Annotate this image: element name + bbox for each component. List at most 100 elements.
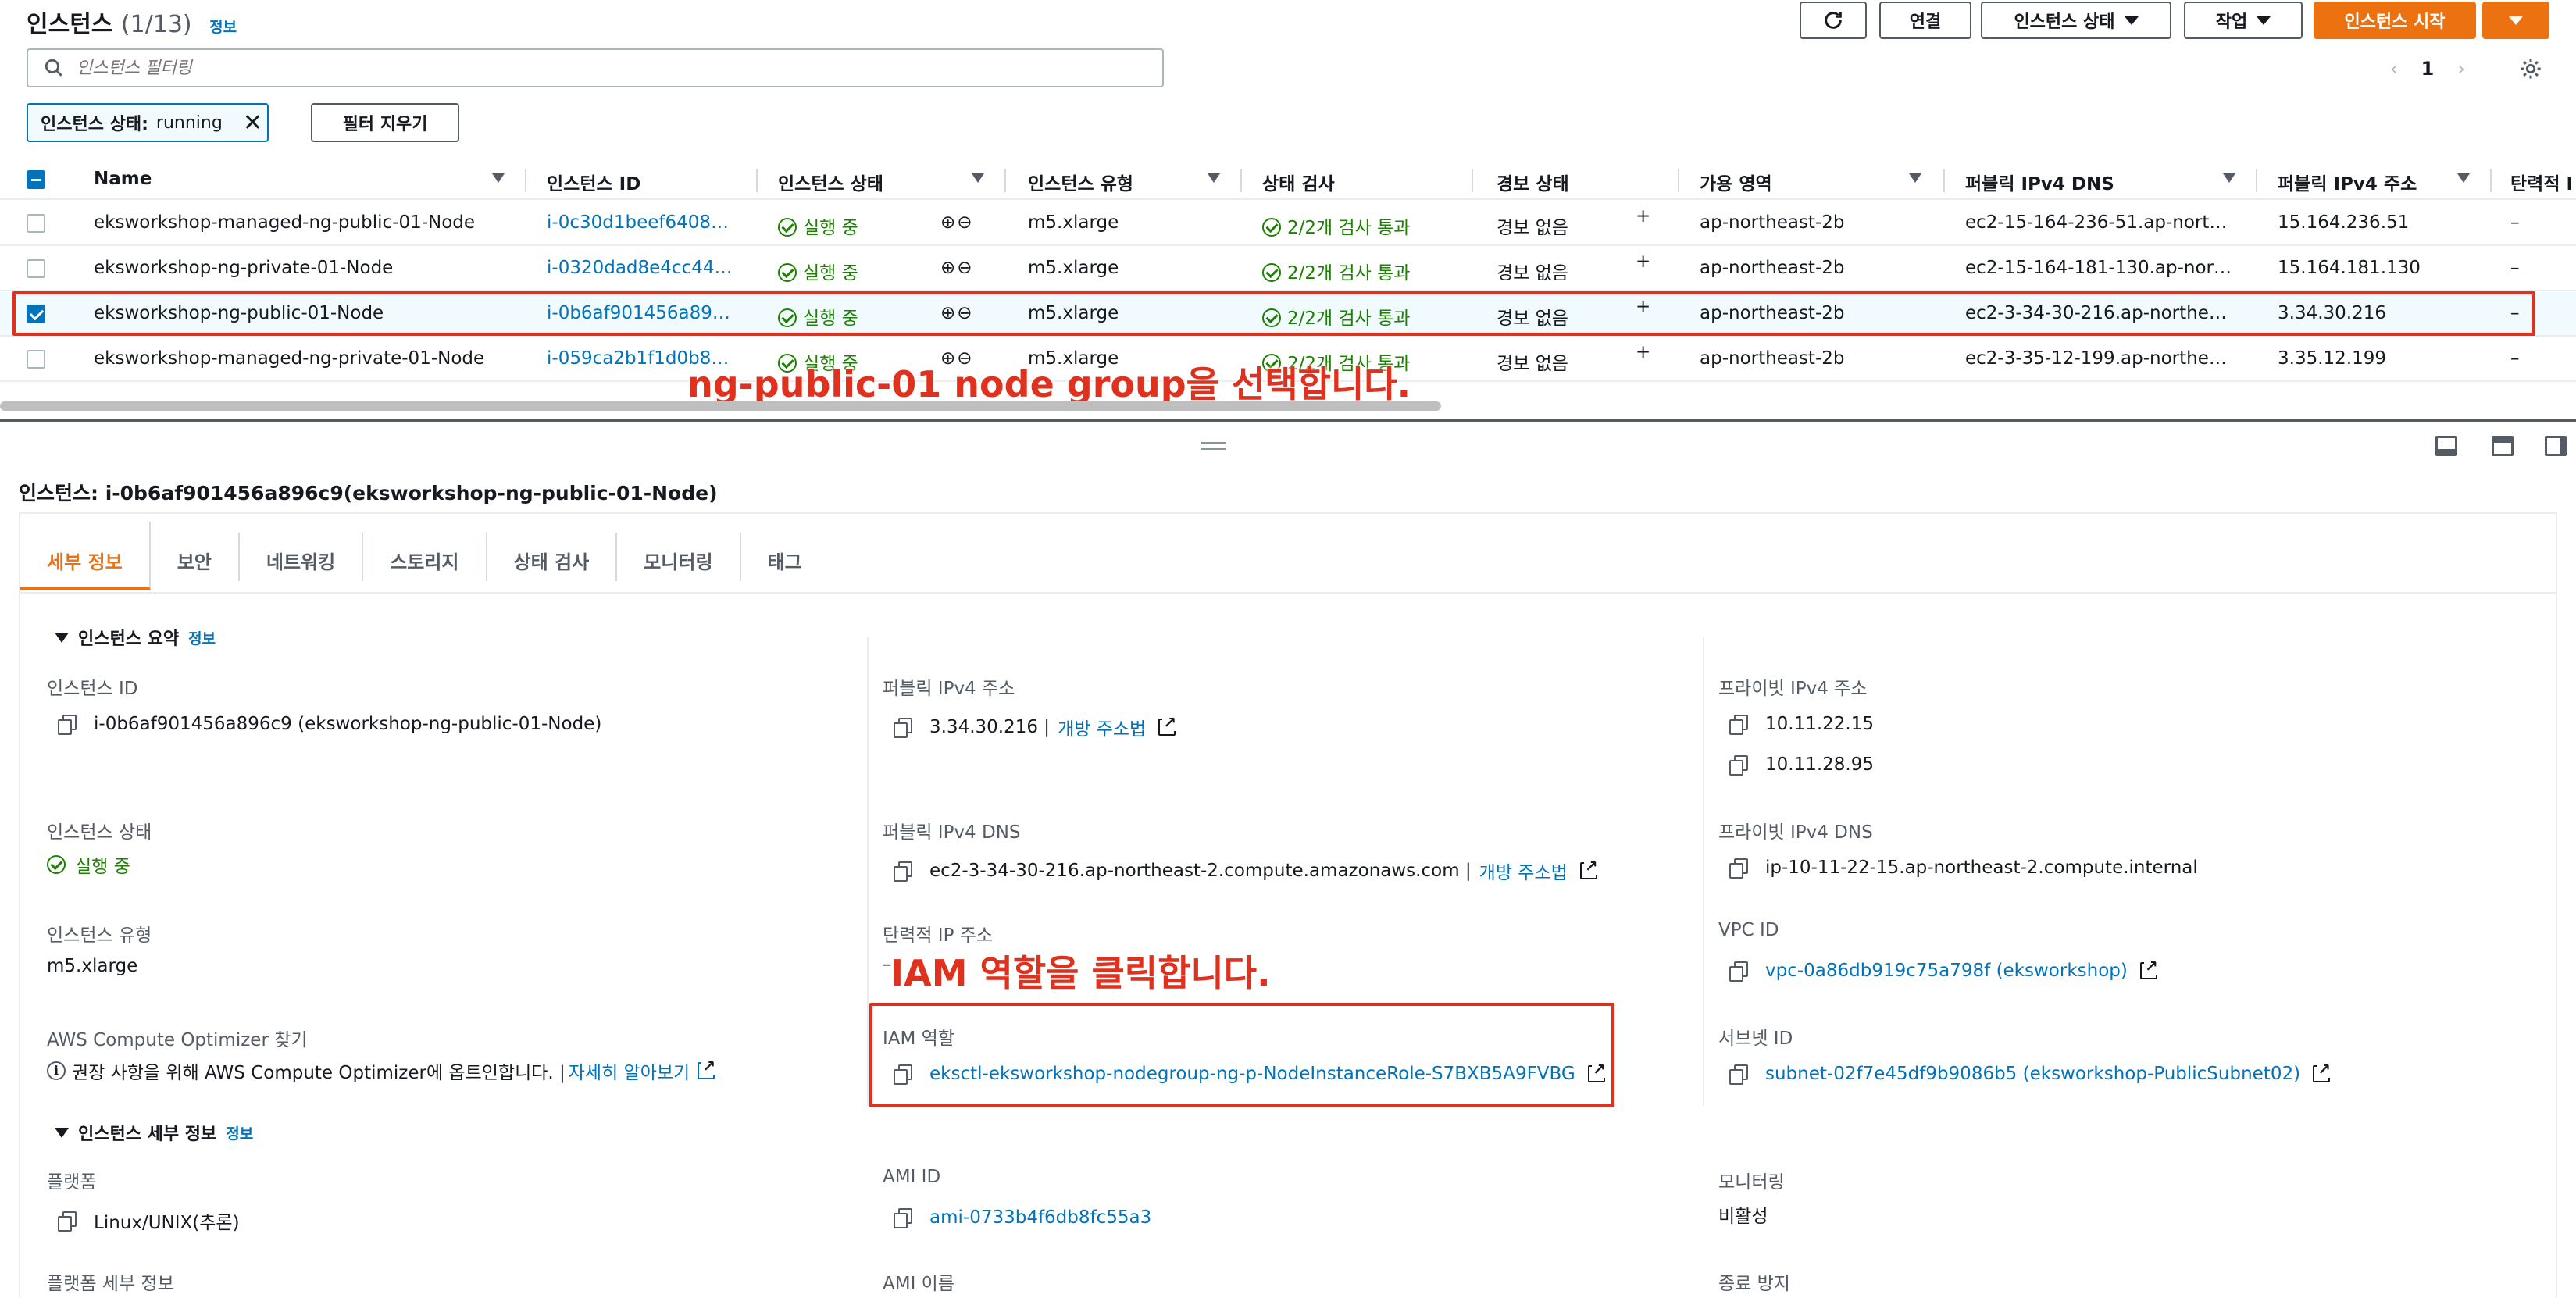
open-address-link[interactable]: 개방 주소법 — [1479, 858, 1568, 884]
split-divider[interactable] — [0, 419, 2576, 422]
sort-icon[interactable] — [1909, 173, 1921, 183]
check-circle-icon — [778, 263, 797, 282]
row-checkbox[interactable] — [27, 350, 45, 369]
panel-split-icon[interactable] — [2492, 436, 2514, 456]
copy-icon[interactable] — [894, 718, 912, 738]
sort-icon[interactable] — [2223, 173, 2235, 183]
tab-details[interactable]: 세부 정보 — [20, 522, 151, 590]
learn-more-link[interactable]: 자세히 알아보기 — [569, 1057, 690, 1084]
external-link-icon[interactable] — [698, 1057, 716, 1079]
tab-security[interactable]: 보안 — [151, 533, 240, 581]
subnet-id-link[interactable]: subnet-02f7e45df9b9086b5 (eksworkshop-Pu… — [1765, 1064, 2300, 1084]
copy-icon[interactable] — [894, 1208, 912, 1228]
sort-icon[interactable] — [1208, 173, 1220, 183]
public-ip-text: 3.34.30.216 | — [929, 717, 1051, 737]
search-input[interactable] — [77, 58, 1092, 78]
copy-icon[interactable] — [894, 861, 912, 882]
tab-tags[interactable]: 태그 — [741, 533, 829, 581]
column-header-az[interactable]: 가용 영역 — [1700, 169, 1772, 195]
chevron-right-icon[interactable]: › — [2457, 58, 2465, 80]
instance-state-dropdown[interactable]: 인스턴스 상태 — [1981, 2, 2171, 39]
column-header-public-dns[interactable]: 퍼블릭 IPv4 DNS — [1965, 169, 2114, 195]
info-link[interactable]: 정보 — [226, 1122, 253, 1143]
selected-row-highlight — [12, 291, 2535, 336]
external-link-icon[interactable] — [1579, 858, 1599, 879]
details-section-header[interactable]: 인스턴스 세부 정보 정보 — [55, 1120, 253, 1145]
connect-button[interactable]: 연결 — [1879, 2, 1971, 39]
zoom-icons[interactable]: ⊕⊖ — [940, 212, 974, 233]
tab-storage[interactable]: 스토리지 — [363, 533, 487, 581]
column-header-public-ip[interactable]: 퍼블릭 IPv4 주소 — [2278, 169, 2417, 195]
external-link-icon[interactable] — [2313, 1061, 2332, 1082]
copy-icon[interactable] — [1729, 755, 1748, 776]
panel-bottom-icon[interactable] — [2435, 436, 2457, 456]
plus-icon[interactable]: + — [1636, 342, 1650, 362]
zoom-icons[interactable]: ⊕⊖ — [940, 258, 974, 278]
column-header-status-check[interactable]: 상태 검사 — [1262, 169, 1335, 195]
actions-label: 작업 — [2215, 12, 2248, 32]
column-header-alarm[interactable]: 경보 상태 — [1497, 169, 1569, 195]
copy-icon[interactable] — [1729, 715, 1748, 735]
info-link[interactable]: 정보 — [188, 627, 216, 648]
sort-icon[interactable] — [492, 173, 505, 183]
iam-role-highlight — [869, 1003, 1614, 1107]
cell-public-ip: 15.164.181.130 — [2278, 258, 2421, 278]
platform-value: Linux/UNIX(추론) — [58, 1207, 240, 1234]
launch-instance-button[interactable]: 인스턴스 시작 — [2314, 2, 2476, 39]
table-row[interactable]: eksworkshop-ng-private-01-Node i-0320dad… — [0, 247, 2576, 291]
row-checkbox[interactable] — [27, 259, 45, 278]
public-dns-label: 퍼블릭 IPv4 DNS — [883, 822, 1021, 843]
copy-icon[interactable] — [1729, 1064, 1748, 1085]
column-separator — [756, 169, 758, 192]
ami-id-link[interactable]: ami-0733b4f6db8fc55a3 — [929, 1207, 1151, 1228]
launch-dropdown-button[interactable] — [2482, 2, 2549, 39]
chevron-left-icon[interactable]: ‹ — [2390, 58, 2398, 80]
filter-value: running — [155, 112, 223, 133]
external-link-icon[interactable] — [2139, 957, 2159, 979]
copy-icon[interactable] — [58, 1211, 77, 1232]
row-checkbox[interactable] — [27, 214, 45, 233]
check-text: 2/2개 검사 통과 — [1287, 263, 1411, 283]
vpc-id-label: VPC ID — [1718, 920, 1779, 940]
open-address-link[interactable]: 개방 주소법 — [1058, 714, 1146, 740]
plus-icon[interactable]: + — [1636, 251, 1650, 272]
horizontal-scrollbar[interactable] — [0, 401, 1441, 411]
column-header-name[interactable]: Name — [94, 169, 152, 189]
state-text: 실행 중 — [803, 218, 858, 238]
sort-icon[interactable] — [2457, 173, 2470, 183]
column-header-id[interactable]: 인스턴스 ID — [547, 169, 640, 195]
tab-networking[interactable]: 네트워킹 — [240, 533, 364, 581]
cell-public-ip: 15.164.236.51 — [2278, 212, 2410, 233]
info-link[interactable]: 정보 — [209, 19, 237, 36]
refresh-button[interactable] — [1800, 2, 1867, 39]
tab-monitoring[interactable]: 모니터링 — [617, 533, 741, 581]
check-circle-icon — [778, 218, 797, 237]
select-all-checkbox[interactable] — [27, 170, 45, 189]
column-header-type[interactable]: 인스턴스 유형 — [1028, 169, 1133, 195]
search-bar[interactable] — [27, 48, 1164, 87]
public-ip-value: 3.34.30.216 | 개방 주소법 — [894, 714, 1177, 740]
settings-gear-icon[interactable] — [2518, 56, 2543, 81]
drag-handle-icon[interactable] — [1201, 442, 1226, 450]
column-header-eip[interactable]: 탄력적 I — [2510, 169, 2573, 195]
cell-instance-id-link[interactable]: i-0c30d1beef6408… — [547, 212, 734, 233]
vpc-id-link[interactable]: vpc-0a86db919c75a798f (eksworkshop) — [1765, 961, 2128, 981]
cell-instance-id-link[interactable]: i-0320dad8e4cc44… — [547, 258, 734, 278]
page-number[interactable]: 1 — [2421, 58, 2435, 80]
actions-dropdown[interactable]: 작업 — [2184, 2, 2303, 39]
clear-filters-button[interactable]: 필터 지우기 — [311, 103, 459, 142]
close-icon[interactable]: ✕ — [243, 109, 262, 137]
panel-side-icon[interactable] — [2545, 436, 2567, 456]
external-link-icon[interactable] — [1158, 714, 1177, 736]
table-row[interactable]: eksworkshop-managed-ng-public-01-Node i-… — [0, 201, 2576, 246]
column-header-state[interactable]: 인스턴스 상태 — [778, 169, 883, 195]
sort-icon[interactable] — [972, 173, 984, 183]
plus-icon[interactable]: + — [1636, 206, 1650, 226]
tab-status-checks[interactable]: 상태 검사 — [487, 533, 618, 581]
summary-section-header[interactable]: 인스턴스 요약 정보 — [55, 625, 216, 650]
refresh-icon — [1825, 12, 1842, 29]
copy-icon[interactable] — [1729, 858, 1748, 879]
summary-header-text: 인스턴스 요약 — [78, 629, 180, 649]
copy-icon[interactable] — [58, 715, 77, 735]
copy-icon[interactable] — [1729, 961, 1748, 982]
